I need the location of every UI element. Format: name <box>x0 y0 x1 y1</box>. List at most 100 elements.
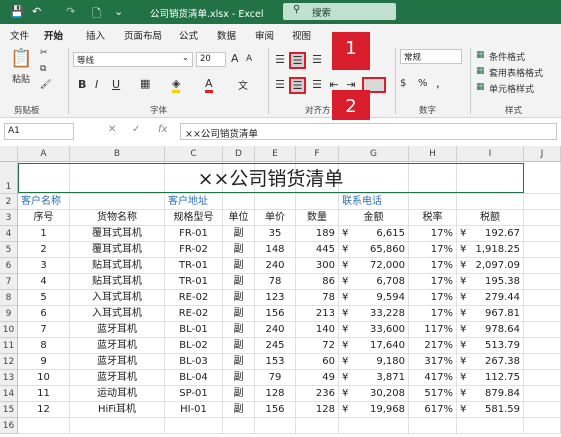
table-cell-name[interactable]: 入耳式耳机 <box>70 290 165 306</box>
table-cell-unit[interactable]: 副 <box>223 226 255 242</box>
column-header-f[interactable]: F <box>296 146 339 162</box>
select-all-corner[interactable] <box>0 146 18 162</box>
table-cell-name[interactable]: 入耳式耳机 <box>70 306 165 322</box>
table-cell-qty[interactable]: 128 <box>296 402 339 418</box>
table-cell-amount[interactable]: 9,180 <box>339 354 409 370</box>
table-cell-qty[interactable]: 300 <box>296 258 339 274</box>
table-cell-seq[interactable]: 7 <box>18 322 70 338</box>
sheet-title-cell[interactable]: ××公司销货清单 <box>18 163 524 193</box>
table-cell-seq[interactable]: 12 <box>18 402 70 418</box>
table-cell-name[interactable]: HiFi耳机 <box>70 402 165 418</box>
table-cell-seq[interactable]: 11 <box>18 386 70 402</box>
table-format-button[interactable]: 套用表格格式 <box>489 66 543 79</box>
undo-icon[interactable]: ↶ <box>32 5 41 18</box>
paste-button[interactable]: 粘贴 <box>12 72 30 85</box>
name-box[interactable]: A1 <box>4 123 74 140</box>
table-cell-price[interactable]: 240 <box>255 258 296 274</box>
table-cell-price[interactable]: 128 <box>255 386 296 402</box>
table-cell-qty[interactable]: 445 <box>296 242 339 258</box>
tab-page-layout[interactable]: 页面布局 <box>124 28 162 42</box>
table-cell-price[interactable]: 156 <box>255 306 296 322</box>
table-cell-tax-rate[interactable]: 117% <box>409 322 457 338</box>
customer-address-label[interactable]: 客户地址 <box>165 194 255 210</box>
table-cell-seq[interactable]: 4 <box>18 274 70 290</box>
table-cell-unit[interactable]: 副 <box>223 354 255 370</box>
comma-button[interactable]: , <box>436 76 440 90</box>
table-cell-seq[interactable]: 6 <box>18 306 70 322</box>
table-cell-price[interactable]: 78 <box>255 274 296 290</box>
table-cell-unit[interactable]: 副 <box>223 274 255 290</box>
paste-icon[interactable]: 📋 <box>10 48 32 69</box>
table-cell-tax-amount[interactable]: 195.38 <box>457 274 524 290</box>
redo-icon[interactable]: ↷ <box>66 5 75 18</box>
table-cell-amount[interactable]: 9,594 <box>339 290 409 306</box>
table-cell-qty[interactable]: 72 <box>296 338 339 354</box>
table-cell-tax-amount[interactable]: 581.59 <box>457 402 524 418</box>
row-header-3[interactable]: 3 <box>0 210 18 226</box>
percent-button[interactable]: % <box>418 78 428 89</box>
table-cell-name[interactable]: 贴耳式耳机 <box>70 258 165 274</box>
cut-icon[interactable]: ✂ <box>40 48 48 58</box>
row-header-13[interactable]: 13 <box>0 370 18 386</box>
phonetic-icon[interactable]: 文 <box>238 77 248 92</box>
row-header-10[interactable]: 10 <box>0 322 18 338</box>
table-cell-name[interactable]: 蓝牙耳机 <box>70 322 165 338</box>
table-cell-tax-rate[interactable]: 417% <box>409 370 457 386</box>
conditional-format-button[interactable]: 条件格式 <box>489 50 525 63</box>
column-header-b[interactable]: B <box>70 146 165 162</box>
row-header-5[interactable]: 5 <box>0 242 18 258</box>
table-cell-tax-amount[interactable]: 978.64 <box>457 322 524 338</box>
table-cell-price[interactable]: 35 <box>255 226 296 242</box>
table-cell-model[interactable]: RE-02 <box>165 306 223 322</box>
column-header-h[interactable]: H <box>409 146 457 162</box>
row-header-14[interactable]: 14 <box>0 386 18 402</box>
table-cell-price[interactable]: 79 <box>255 370 296 386</box>
table-cell-unit[interactable]: 副 <box>223 258 255 274</box>
table-cell-unit[interactable]: 副 <box>223 306 255 322</box>
column-title-cell[interactable]: 税率 <box>409 210 457 226</box>
table-cell-model[interactable]: FR-02 <box>165 242 223 258</box>
table-cell-price[interactable]: 240 <box>255 322 296 338</box>
table-cell-tax-amount[interactable]: 2,097.09 <box>457 258 524 274</box>
table-cell-tax-rate[interactable]: 17% <box>409 274 457 290</box>
row-header-6[interactable]: 6 <box>0 258 18 274</box>
table-cell-model[interactable]: FR-01 <box>165 226 223 242</box>
customer-name-label[interactable]: 客户名称 <box>18 194 165 210</box>
table-cell-seq[interactable]: 5 <box>18 290 70 306</box>
row-header-15[interactable]: 15 <box>0 402 18 418</box>
table-cell-name[interactable]: 蓝牙耳机 <box>70 338 165 354</box>
table-cell-seq[interactable]: 3 <box>18 258 70 274</box>
table-cell-model[interactable]: TR-01 <box>165 258 223 274</box>
column-header-j[interactable]: J <box>524 146 561 162</box>
align-top-icon[interactable]: ☰ <box>273 53 287 67</box>
table-cell-name[interactable]: 覆耳式耳机 <box>70 226 165 242</box>
table-cell-name[interactable]: 贴耳式耳机 <box>70 274 165 290</box>
table-cell-amount[interactable]: 33,600 <box>339 322 409 338</box>
table-cell-seq[interactable]: 9 <box>18 354 70 370</box>
column-title-cell[interactable]: 单位 <box>223 210 255 226</box>
tab-view[interactable]: 视图 <box>292 28 311 42</box>
fx-icon[interactable]: fx <box>158 124 167 135</box>
column-title-cell[interactable]: 单价 <box>255 210 296 226</box>
table-cell-tax-rate[interactable]: 317% <box>409 354 457 370</box>
table-cell-amount[interactable]: 65,860 <box>339 242 409 258</box>
align-left-icon[interactable]: ☰ <box>273 78 287 92</box>
row-header-1[interactable]: 1 <box>0 162 18 194</box>
table-cell-qty[interactable]: 49 <box>296 370 339 386</box>
table-cell-tax-rate[interactable]: 517% <box>409 386 457 402</box>
table-cell-tax-rate[interactable]: 217% <box>409 338 457 354</box>
column-header-e[interactable]: E <box>255 146 296 162</box>
table-cell-amount[interactable]: 33,228 <box>339 306 409 322</box>
table-cell-model[interactable]: TR-01 <box>165 274 223 290</box>
table-cell-qty[interactable]: 140 <box>296 322 339 338</box>
table-cell-tax-amount[interactable]: 279.44 <box>457 290 524 306</box>
table-cell-amount[interactable]: 6,615 <box>339 226 409 242</box>
column-title-cell[interactable]: 序号 <box>18 210 70 226</box>
table-cell-tax-amount[interactable]: 192.67 <box>457 226 524 242</box>
table-cell-tax-rate[interactable]: 17% <box>409 258 457 274</box>
table-cell-name[interactable]: 覆耳式耳机 <box>70 242 165 258</box>
table-cell-unit[interactable]: 副 <box>223 402 255 418</box>
italic-button[interactable]: I <box>95 78 98 91</box>
tab-insert[interactable]: 插入 <box>86 28 105 42</box>
font-size-select[interactable]: 20 <box>196 52 226 67</box>
